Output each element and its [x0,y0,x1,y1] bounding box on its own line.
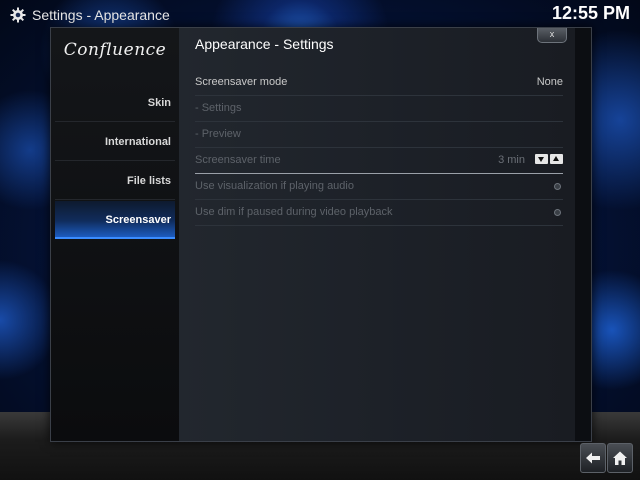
sidebar-item-skin[interactable]: Skin [55,84,175,122]
sidebar-item-label: File lists [126,175,171,187]
sidebar-item-file-lists[interactable]: File lists [55,162,175,200]
back-button[interactable] [580,443,606,473]
sidebar-item-label: International [104,136,171,148]
setting-label: - Settings [195,102,242,114]
sidebar-item-screensaver[interactable]: Screensaver [55,201,175,239]
page-title: Appearance - Settings [195,36,334,52]
back-arrow-icon [586,452,600,464]
time-spinner [535,154,563,164]
setting-label: Screensaver mode [195,76,288,88]
home-button[interactable] [607,443,633,473]
spinner-up-button[interactable] [550,154,563,164]
settings-window: Confluence Skin International File lists… [50,27,592,442]
setting-screensaver-settings: - Settings [195,95,563,122]
setting-label: Use visualization if playing audio [195,180,354,192]
radio-button [554,183,561,190]
setting-value: None [536,76,563,88]
setting-label: - Preview [195,128,241,140]
setting-value: 3 min [498,154,525,166]
setting-label: Screensaver time [195,154,281,166]
skin-logo: Confluence [63,40,167,60]
setting-screensaver-preview: - Preview [195,121,563,148]
gear-icon [10,7,26,23]
sidebar-item-label: Screensaver [105,214,171,226]
setting-use-visualization: Use visualization if playing audio [195,173,563,200]
sidebar: Confluence Skin International File lists… [51,28,179,441]
close-button[interactable]: x [537,28,567,43]
header-title: Settings - Appearance [32,7,170,23]
header: Settings - Appearance [10,5,170,25]
sidebar-item-international[interactable]: International [55,123,175,161]
setting-label: Use dim if paused during video playback [195,206,393,218]
spinner-down-button[interactable] [535,154,548,164]
sidebar-item-label: Skin [147,97,171,109]
home-icon [613,451,627,465]
radio-button [554,209,561,216]
setting-screensaver-time[interactable]: Screensaver time 3 min [195,147,563,174]
settings-content: Appearance - Settings Screensaver mode N… [179,28,575,441]
setting-screensaver-mode[interactable]: Screensaver mode None [195,69,563,96]
setting-use-dim: Use dim if paused during video playback [195,199,563,226]
clock: 12:55 PM [551,3,630,23]
